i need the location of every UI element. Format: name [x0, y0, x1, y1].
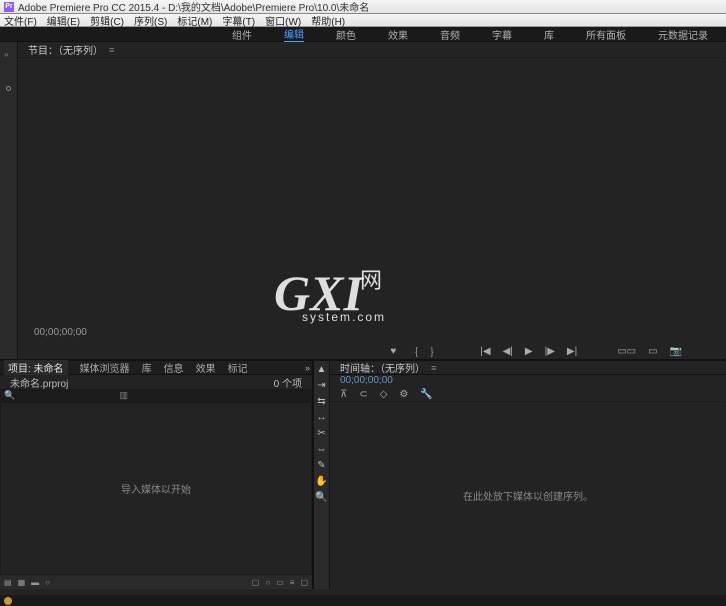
tab-overflow-icon[interactable]: »: [305, 363, 310, 373]
source-gutter: »: [0, 42, 18, 359]
slip-tool-icon[interactable]: ⇔: [315, 443, 328, 455]
app-icon: Pr: [4, 2, 14, 12]
warning-icon[interactable]: [4, 597, 12, 605]
timeline-tab-label[interactable]: 时间轴：（无序列）: [340, 360, 425, 375]
footer-b1-icon[interactable]: ▢: [252, 578, 260, 587]
menu-edit[interactable]: 编辑(E): [47, 13, 80, 28]
monitor-tabbar: 节目：（无序列） ≡: [18, 42, 726, 58]
transport-controls: ♥ ｛ ｝ |◀ ◀| ▶ |▶ ▶| ▭▭ ▭ 📷: [18, 343, 726, 359]
zoom-tool-icon[interactable]: 🔍: [315, 491, 328, 503]
project-panel: 项目: 未命名 媒体浏览器 库 信息 效果 标记 » 未命名.prproj 0 …: [0, 361, 314, 589]
folder-icon[interactable]: ▥: [119, 390, 128, 401]
mark-in-icon[interactable]: ♥: [390, 346, 396, 357]
selection-tool-icon[interactable]: ▲: [315, 363, 328, 375]
play-icon[interactable]: ▶: [525, 346, 533, 357]
monitor-timecode[interactable]: 00;00;00;00: [18, 321, 726, 343]
goto-out-icon[interactable]: ▶|: [567, 346, 577, 357]
gutter-record-icon[interactable]: [6, 86, 11, 91]
tab-markers[interactable]: 标记: [228, 360, 248, 375]
add-marker-icon[interactable]: ◇: [380, 389, 388, 400]
monitor-tab-label[interactable]: 节目：（无序列）: [28, 42, 103, 57]
project-item-count: 0 个项: [274, 375, 302, 390]
track-select-tool-icon[interactable]: ⇥: [315, 379, 328, 391]
linked-selection-icon[interactable]: ⊂: [359, 389, 367, 400]
timeline-options: ⊼ ⊂ ◇ ⚙ 🔧: [330, 388, 726, 402]
menu-marker[interactable]: 标记(M): [177, 13, 212, 28]
extract-icon[interactable]: ▭: [648, 346, 657, 357]
project-footer: ▤ ▦ ▬ ○ ▢ ○ ▭ ≡ ▢: [0, 575, 312, 589]
status-bar: [0, 595, 726, 606]
search-icon[interactable]: 🔍: [4, 390, 15, 401]
snap-icon[interactable]: ⊼: [340, 389, 347, 400]
ws-libraries[interactable]: 库: [544, 27, 554, 42]
project-search: 🔍 ▥: [0, 389, 312, 402]
panel-menu-icon[interactable]: ≡: [109, 45, 114, 55]
delete-icon[interactable]: ▢: [300, 578, 308, 587]
timeline-main: 时间轴：（无序列） ≡ 00;00;00;00 ⊼ ⊂ ◇ ⚙ 🔧 在此处放下媒…: [330, 361, 726, 589]
ripple-tool-icon[interactable]: ⇆: [315, 395, 328, 407]
export-frame-icon[interactable]: 📷: [670, 346, 682, 357]
menu-file[interactable]: 文件(F): [4, 13, 37, 28]
ws-assembly[interactable]: 组件: [232, 27, 252, 42]
list-view-icon[interactable]: ▤: [4, 578, 12, 587]
upper-panels: » 节目：（无序列） ≡ 00;00;00;00 ♥ ｛ ｝ |◀ ◀| ▶ |…: [0, 41, 726, 359]
footer-b2-icon[interactable]: ○: [265, 578, 270, 587]
step-back-icon[interactable]: ◀|: [503, 346, 513, 357]
project-tabbar: 项目: 未命名 媒体浏览器 库 信息 效果 标记 »: [0, 361, 312, 375]
ws-color[interactable]: 颜色: [336, 27, 356, 42]
menu-title[interactable]: 字幕(T): [222, 13, 255, 28]
project-file-name: 未命名.prproj: [10, 375, 68, 390]
timeline-tabbar: 时间轴：（无序列） ≡: [330, 361, 726, 375]
tab-libraries[interactable]: 库: [142, 360, 152, 375]
timeline-panel-menu-icon[interactable]: ≡: [431, 363, 436, 373]
tab-info[interactable]: 信息: [164, 360, 184, 375]
tab-media-browser[interactable]: 媒体浏览器: [80, 360, 130, 375]
lift-icon[interactable]: ▭▭: [617, 346, 636, 357]
ws-audio[interactable]: 音频: [440, 27, 460, 42]
ws-metadata[interactable]: 元数据记录: [658, 27, 708, 42]
zoom-slider[interactable]: ▬: [31, 578, 39, 587]
timeline-settings-icon[interactable]: ⚙: [399, 389, 408, 400]
lower-panels: 项目: 未命名 媒体浏览器 库 信息 效果 标记 » 未命名.prproj 0 …: [0, 359, 726, 589]
in-point-icon[interactable]: ｛: [408, 344, 418, 359]
pen-tool-icon[interactable]: ✎: [315, 459, 328, 471]
new-item-icon[interactable]: ≡: [290, 578, 295, 587]
gutter-dropdown-icon[interactable]: »: [4, 50, 8, 59]
tab-effects[interactable]: 效果: [196, 360, 216, 375]
menubar: 文件(F) 编辑(E) 剪辑(C) 序列(S) 标记(M) 字幕(T) 窗口(W…: [0, 14, 726, 27]
ws-titles[interactable]: 字幕: [492, 27, 512, 42]
project-body[interactable]: 导入媒体以开始: [0, 402, 312, 575]
workspace-tabs: 组件 编辑 颜色 效果 音频 字幕 库 所有面板 元数据记录: [0, 27, 726, 41]
timeline-body[interactable]: 在此处放下媒体以创建序列。: [330, 402, 726, 589]
new-bin-icon[interactable]: ▭: [276, 578, 284, 587]
wrench-icon[interactable]: 🔧: [420, 389, 432, 400]
ws-allpanels[interactable]: 所有面板: [586, 27, 626, 42]
hand-tool-icon[interactable]: ✋: [315, 475, 328, 487]
icon-view-icon[interactable]: ▦: [18, 578, 26, 587]
program-monitor: 节目：（无序列） ≡ 00;00;00;00 ♥ ｛ ｝ |◀ ◀| ▶ |▶ …: [18, 42, 726, 359]
ws-effects[interactable]: 效果: [388, 27, 408, 42]
sort-icon[interactable]: ○: [45, 578, 50, 587]
menu-help[interactable]: 帮助(H): [311, 13, 345, 28]
razor-tool-icon[interactable]: ✂: [315, 427, 328, 439]
tab-project[interactable]: 项目: 未命名: [4, 360, 68, 375]
goto-in-icon[interactable]: |◀: [480, 346, 490, 357]
step-fwd-icon[interactable]: |▶: [545, 346, 555, 357]
project-name-bar: 未命名.prproj 0 个项: [0, 375, 312, 389]
timeline-timecode[interactable]: 00;00;00;00: [330, 375, 726, 388]
out-point-icon[interactable]: ｝: [430, 344, 440, 359]
tool-palette: ▲ ⇥ ⇆ ↔ ✂ ⇔ ✎ ✋ 🔍: [314, 361, 330, 589]
menu-clip[interactable]: 剪辑(C): [90, 13, 124, 28]
timeline-panel: ▲ ⇥ ⇆ ↔ ✂ ⇔ ✎ ✋ 🔍 时间轴：（无序列） ≡ 00;00;00;0…: [314, 361, 726, 589]
menu-sequence[interactable]: 序列(S): [134, 13, 167, 28]
rate-stretch-tool-icon[interactable]: ↔: [315, 411, 328, 423]
monitor-view[interactable]: [18, 58, 726, 321]
ws-editing[interactable]: 编辑: [284, 26, 304, 42]
